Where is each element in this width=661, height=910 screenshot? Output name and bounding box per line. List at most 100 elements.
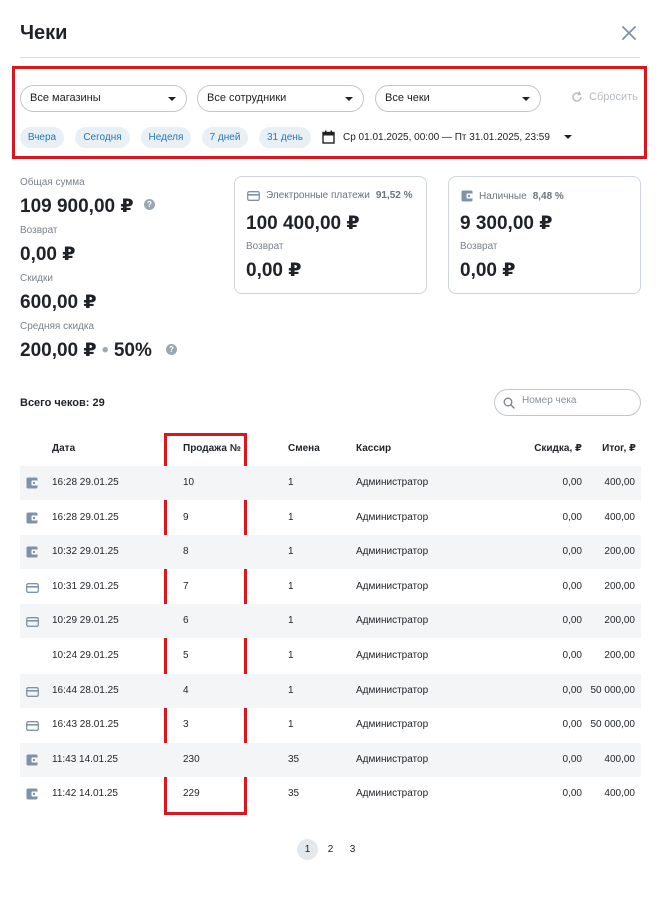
cell-date: 11:43 14.01.25 — [52, 753, 118, 765]
cell-discount: 0,00 — [562, 788, 582, 800]
cell-discount: 0,00 — [562, 684, 582, 696]
cell-shift: 1 — [288, 650, 294, 661]
col-header-shift[interactable]: Смена — [288, 443, 320, 454]
cell-sale-number: 8 — [183, 546, 189, 558]
table-row[interactable]: 16:43 28.01.25 3 1 Администратор 0,00 50 000,… — [20, 708, 641, 742]
separator-dot: • — [101, 340, 109, 361]
card-title: Электронные платежи — [266, 190, 370, 201]
preset-7-days[interactable]: 7 дней — [202, 127, 248, 148]
cell-total: 400,00 — [604, 753, 635, 765]
cell-shift: 1 — [288, 477, 294, 488]
card-icon — [247, 190, 260, 201]
cell-date: 11:42 14.01.25 — [52, 788, 118, 800]
card-cash: Наличные 8,48 % 9 300,00 ₽ Возврат 0,00 … — [448, 176, 641, 294]
cell-cashier: Администратор — [356, 511, 429, 523]
table-row[interactable]: 16:44 28.01.25 4 1 Администратор 0,00 50 000,… — [20, 673, 641, 708]
cell-shift: 1 — [288, 684, 294, 696]
preset-yesterday[interactable]: Вчера — [20, 127, 64, 148]
card-percent: 8,48 % — [532, 190, 564, 202]
card-percent: 91,52 % — [375, 190, 413, 201]
table-row[interactable]: 10:29 29.01.25 6 1 Администратор 0,00 200,00 — [20, 604, 641, 639]
cell-shift: 1 — [288, 546, 294, 558]
avg-discount-value: 200,00 ₽ • 50% — [20, 339, 152, 362]
page-2[interactable]: 2 — [320, 839, 341, 860]
help-icon[interactable]: ? — [144, 199, 155, 210]
table-row[interactable]: 10:31 29.01.25 7 1 Администратор 0,00 200,00 — [20, 570, 641, 604]
cell-date: 16:43 28.01.25 — [52, 719, 119, 731]
cell-date: 10:29 29.01.25 — [52, 615, 119, 627]
card-electronic-payments: Электронные платежи 91,52 % 100 400,00 ₽… — [234, 176, 427, 294]
total-label: Общая сумма — [20, 177, 85, 188]
card-refund-value: 0,00 ₽ — [460, 260, 516, 281]
cash-icon — [26, 753, 38, 771]
cell-date: 16:28 29.01.25 — [52, 511, 119, 523]
cell-cashier: Администратор — [356, 753, 429, 765]
store-select[interactable]: Все магазины — [20, 85, 187, 112]
cell-discount: 0,00 — [562, 615, 582, 627]
card-header: Электронные платежи 91,52 % — [247, 190, 413, 201]
cell-total: 200,00 — [604, 546, 635, 558]
page-1[interactable]: 1 — [297, 839, 318, 860]
cell-shift: 1 — [288, 615, 294, 627]
cell-shift: 1 — [288, 719, 294, 731]
table-row[interactable]: 10:32 29.01.25 8 1 Администратор 0,00 200,00 — [20, 535, 641, 570]
search-field[interactable] — [494, 389, 641, 416]
card-icon — [26, 614, 39, 632]
preset-31-days[interactable]: 31 день — [259, 127, 311, 148]
chevron-down-icon — [563, 135, 572, 139]
col-header-cashier[interactable]: Кассир — [356, 443, 391, 454]
page-3[interactable]: 3 — [342, 839, 363, 860]
cell-date: 10:32 29.01.25 — [52, 546, 119, 558]
col-header-date[interactable]: Дата — [52, 443, 75, 454]
card-icon — [26, 718, 39, 736]
cell-shift: 35 — [288, 788, 300, 800]
cell-total: 200,00 — [604, 615, 635, 627]
card-refund-value: 0,00 ₽ — [246, 260, 302, 281]
col-header-discount[interactable]: Скидка, ₽ — [510, 443, 582, 454]
cell-date: 10:31 29.01.25 — [52, 580, 119, 592]
cell-shift: 1 — [288, 580, 294, 592]
cell-total: 400,00 — [604, 477, 635, 488]
cell-date: 16:44 28.01.25 — [52, 684, 119, 696]
table-row[interactable]: 11:42 14.01.25 229 35 Администратор 0,00 400,… — [20, 777, 641, 811]
card-value: 9 300,00 ₽ — [460, 213, 553, 234]
help-icon[interactable]: ? — [166, 344, 177, 355]
cell-shift: 1 — [288, 511, 294, 523]
preset-week[interactable]: Неделя — [141, 127, 191, 148]
search-icon — [503, 397, 515, 409]
cell-discount: 0,00 — [562, 650, 582, 661]
search-input[interactable] — [522, 395, 632, 406]
cell-total: 200,00 — [604, 650, 635, 661]
cell-cashier: Администратор — [356, 788, 429, 800]
cash-icon — [26, 545, 38, 563]
calendar-icon — [322, 130, 335, 144]
receipts-select[interactable]: Все чеки — [375, 85, 541, 112]
card-title: Наличные — [479, 190, 527, 202]
table-row[interactable]: 11:43 14.01.25 230 35 Администратор 0,00 400,… — [20, 742, 641, 777]
col-header-sale[interactable]: Продажа № — [183, 443, 241, 454]
chevron-down-icon — [168, 97, 176, 101]
cell-discount: 0,00 — [562, 580, 582, 592]
store-select-value: Все магазины — [30, 92, 101, 104]
receipts-select-value: Все чеки — [385, 92, 430, 104]
cell-total: 200,00 — [604, 580, 635, 592]
cell-total: 50 000,00 — [590, 719, 636, 731]
reset-label: Сбросить — [589, 91, 638, 103]
cell-sale-number: 4 — [183, 684, 189, 696]
cell-sale-number: 9 — [183, 511, 189, 523]
cell-cashier: Администратор — [356, 546, 429, 558]
avg-discount-label: Средняя скидка — [20, 321, 95, 332]
total-value: 109 900,00 ₽ — [20, 196, 134, 217]
reset-button[interactable]: Сбросить — [571, 91, 638, 103]
table-row[interactable]: 16:28 29.01.25 10 1 Администратор 0,00 400,00 — [20, 466, 641, 500]
cell-sale-number: 230 — [183, 753, 200, 765]
table-row[interactable]: 10:24 29.01.25 5 1 Администратор 0,00 200,00 — [20, 639, 641, 673]
table-row[interactable]: 16:28 29.01.25 9 1 Администратор 0,00 400,00 — [20, 501, 641, 535]
preset-today[interactable]: Сегодня — [75, 127, 130, 148]
title-divider — [20, 57, 640, 58]
col-header-total[interactable]: Итог, ₽ — [590, 443, 636, 454]
close-icon[interactable] — [620, 24, 638, 42]
card-icon — [26, 580, 39, 598]
employee-select[interactable]: Все сотрудники — [197, 85, 364, 112]
date-range-picker[interactable]: Ср 01.01.2025, 00:00 — Пт 31.01.2025, 23… — [322, 130, 572, 144]
